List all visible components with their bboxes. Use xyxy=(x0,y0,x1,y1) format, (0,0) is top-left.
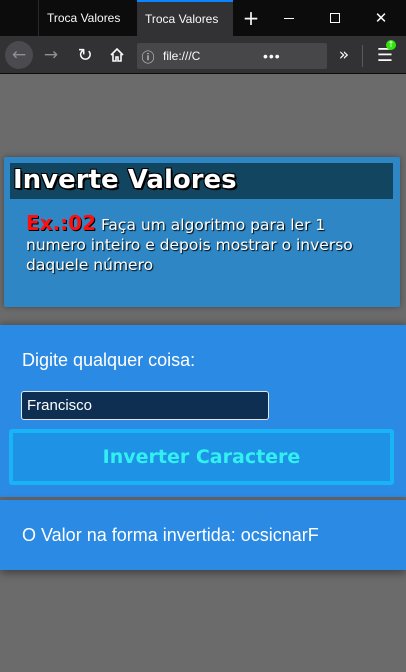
new-tab-icon[interactable]: + xyxy=(236,0,266,36)
home-icon[interactable] xyxy=(104,36,130,74)
page-actions-icon[interactable]: ••• xyxy=(263,48,281,64)
text-input[interactable] xyxy=(21,391,269,420)
url-bar[interactable]: ⓘ file:///C ••• xyxy=(137,43,327,69)
tab-label: Troca Valores xyxy=(47,11,121,25)
info-icon[interactable]: ⓘ xyxy=(137,47,159,66)
url-text: file:///C xyxy=(163,49,201,63)
exercise-header-card: Inverte Valores Ex.:02 Faça um algoritmo… xyxy=(4,157,400,307)
arrow-left-icon: ← xyxy=(5,41,33,69)
toolbar-divider xyxy=(362,45,363,67)
tab-label: Troca Valores xyxy=(145,12,219,26)
arrow-right-icon[interactable]: → xyxy=(38,36,64,74)
reload-icon[interactable]: ↻ xyxy=(72,36,98,74)
back-button[interactable]: ← xyxy=(4,36,34,74)
tab-bar: Troca Valores Troca Valores + ✕ xyxy=(0,0,406,36)
close-icon[interactable]: ✕ xyxy=(362,0,400,36)
invert-button[interactable]: Inverter Caractere xyxy=(9,429,394,485)
tab-troca-valores-active[interactable]: Troca Valores xyxy=(137,0,233,36)
input-prompt: Digite qualquer coisa: xyxy=(22,350,196,370)
exercise-label: Ex.:02 xyxy=(26,211,96,235)
exercise-description: Ex.:02 Faça um algoritmo para ler 1 nume… xyxy=(26,213,386,275)
tab-troca-valores-1[interactable]: Troca Valores xyxy=(38,0,136,36)
double-chevron-icon[interactable]: » xyxy=(332,36,356,74)
maximize-icon[interactable] xyxy=(316,0,354,36)
update-badge-icon: ↑ xyxy=(386,40,396,50)
hamburger-menu-icon[interactable]: ☰ ↑ xyxy=(372,36,398,74)
page-title: Inverte Valores xyxy=(13,165,237,195)
title-bar: Inverte Valores xyxy=(10,163,393,199)
result-text: O Valor na forma invertida: ocsicnarF xyxy=(22,525,319,545)
minimize-icon[interactable] xyxy=(270,0,308,36)
